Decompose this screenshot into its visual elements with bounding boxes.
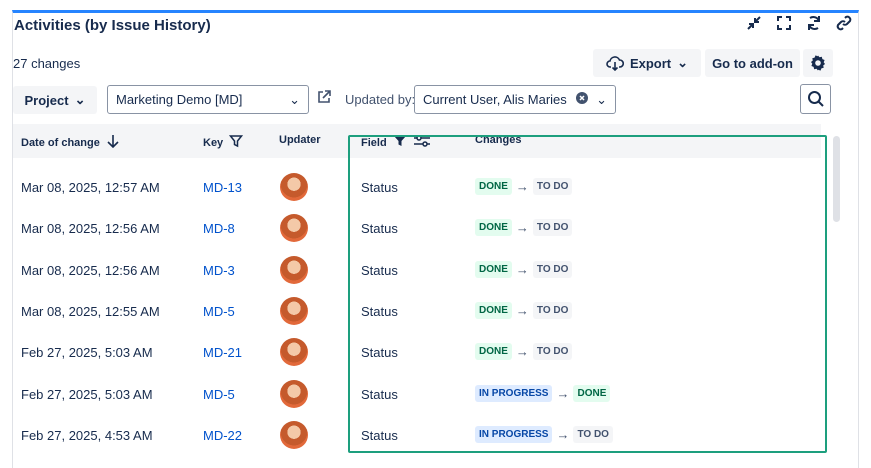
avatar[interactable] xyxy=(280,380,308,408)
date-cell: Feb 27, 2025, 4:53 AM xyxy=(21,428,153,443)
avatar[interactable] xyxy=(280,421,308,449)
open-external-icon[interactable] xyxy=(316,89,336,109)
project-filter-label: Project xyxy=(24,92,69,108)
clear-icon[interactable] xyxy=(576,92,589,107)
col-date-label: Date of change xyxy=(21,136,100,149)
project-select[interactable]: Marketing Demo [MD] ⌄ xyxy=(107,85,309,114)
fullscreen-icon[interactable] xyxy=(775,14,793,32)
issue-key-link[interactable]: MD-13 xyxy=(203,180,242,195)
issue-key-link[interactable]: MD-21 xyxy=(203,345,242,360)
avatar[interactable] xyxy=(280,256,308,284)
panel-actions xyxy=(745,14,853,32)
filter-icon[interactable] xyxy=(229,134,244,151)
date-cell: Mar 08, 2025, 12:57 AM xyxy=(21,180,160,195)
issue-key-link[interactable]: MD-22 xyxy=(203,428,242,443)
panel-title: Activities (by Issue History) xyxy=(14,17,211,34)
avatar[interactable] xyxy=(280,173,308,201)
export-label: Export xyxy=(629,55,672,71)
chevron-down-icon: ⌄ xyxy=(596,91,607,107)
issue-key-link[interactable]: MD-3 xyxy=(203,263,235,278)
refresh-icon[interactable] xyxy=(805,14,823,32)
date-cell: Mar 08, 2025, 12:56 AM xyxy=(21,263,160,278)
col-key[interactable]: Key xyxy=(203,134,244,151)
date-cell: Feb 27, 2025, 5:03 AM xyxy=(21,387,153,402)
col-updater-label: Updater xyxy=(279,134,321,146)
link-icon[interactable] xyxy=(835,14,853,32)
issue-key-link[interactable]: MD-8 xyxy=(203,221,235,236)
date-cell: Feb 27, 2025, 5:03 AM xyxy=(21,345,153,360)
issue-key-link[interactable]: MD-5 xyxy=(203,387,235,402)
project-filter-button[interactable]: Project ⌄ xyxy=(13,86,97,114)
updated-by-value: Current User, Alis Maries xyxy=(423,92,567,107)
col-key-label: Key xyxy=(203,136,224,149)
date-cell: Mar 08, 2025, 12:56 AM xyxy=(21,221,160,236)
search-icon xyxy=(807,91,824,107)
col-updater: Updater xyxy=(279,134,321,146)
issue-key-link[interactable]: MD-5 xyxy=(203,304,235,319)
search-button[interactable] xyxy=(800,84,831,114)
changes-count: 27 changes xyxy=(13,56,81,71)
avatar[interactable] xyxy=(280,338,308,366)
cloud-download-icon xyxy=(606,56,624,71)
chevron-down-icon: ⌄ xyxy=(289,91,300,107)
project-select-value: Marketing Demo [MD] xyxy=(116,92,243,107)
avatar[interactable] xyxy=(280,214,308,242)
go-to-addon-button[interactable]: Go to add-on xyxy=(705,49,800,77)
gear-icon xyxy=(811,55,825,71)
avatar[interactable] xyxy=(280,297,308,325)
chevron-down-icon: ⌄ xyxy=(677,55,689,70)
chevron-down-icon: ⌄ xyxy=(74,92,86,107)
col-date[interactable]: Date of change xyxy=(21,134,120,151)
updated-by-label: Updated by: xyxy=(345,92,416,107)
date-cell: Mar 08, 2025, 12:55 AM xyxy=(21,304,160,319)
settings-button[interactable] xyxy=(803,49,833,77)
updated-by-select[interactable]: Current User, Alis Maries ⌄ xyxy=(414,85,616,114)
collapse-icon[interactable] xyxy=(745,14,763,32)
export-button[interactable]: Export ⌄ xyxy=(593,49,701,77)
sort-desc-icon[interactable] xyxy=(106,134,120,151)
scrollbar[interactable] xyxy=(833,136,840,222)
field-changes-highlight xyxy=(348,135,827,453)
